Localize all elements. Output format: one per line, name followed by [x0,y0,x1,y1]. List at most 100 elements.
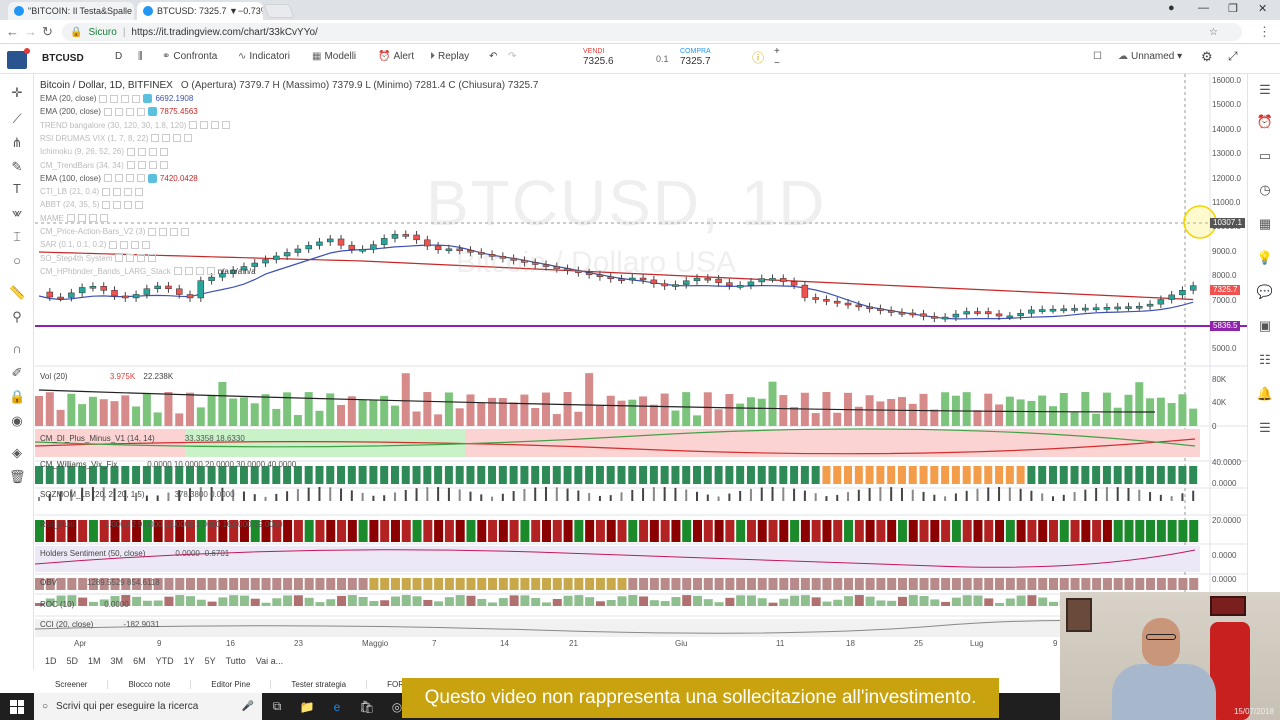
bottom-tab[interactable]: Editor Pine [191,679,272,689]
store-icon[interactable]: 🛍 [352,700,382,714]
indicator-control-icon[interactable] [121,94,130,103]
notifications-icon[interactable]: 🔔 [1256,386,1274,402]
indicator-control-icon[interactable] [110,94,119,103]
alert-button[interactable]: ⏰ Alert [378,51,414,62]
indicator-control-icon[interactable] [114,107,123,116]
indicator-control-icon[interactable] [109,240,118,249]
indicator-control-icon[interactable] [113,187,122,196]
browser-menu-icon[interactable]: ⋮ [1258,24,1271,40]
indicator-visibility-icon[interactable] [147,173,157,183]
indicator-control-icon[interactable] [159,161,168,169]
history-icon[interactable]: ◷ [1256,182,1274,198]
indicators-button[interactable]: ∿ Indicatori [238,51,290,62]
indicator-control-icon[interactable] [136,107,145,116]
indicator-control-icon[interactable] [78,214,86,223]
restore-icon[interactable]: ❐ [1228,2,1238,15]
bottom-tab[interactable]: Screener [35,679,109,689]
data-window-icon[interactable]: ▭ [1256,148,1274,164]
chat-icon[interactable]: 💬 [1256,284,1274,300]
close-window-icon[interactable]: ✕ [1258,2,1267,15]
chart-area[interactable] [35,74,1247,652]
pane-indicator-name[interactable]: SQZMOM_LB (20, 2, 20, 1.5) [40,490,144,499]
trend-line-icon[interactable]: ⟋ [9,112,25,126]
indicator-legend-row[interactable]: MAME [40,214,111,223]
indicator-control-icon[interactable] [148,254,157,263]
indicator-legend-row[interactable]: CM_HPhbnder_Bands_LARG_Stack n/a n/a n/a [40,267,256,276]
info-icon[interactable]: ⓘ [752,49,764,66]
forward-icon[interactable]: → [24,24,37,39]
indicator-control-icon[interactable] [222,121,231,130]
pane-indicator-name[interactable]: CCI (20, close) [40,620,93,629]
indicator-legend-row[interactable]: CM_TrendBars (34, 34) [40,161,171,170]
bottom-tab[interactable]: Tester strategia [271,679,368,689]
brush-icon[interactable]: ✎ [9,160,25,174]
interval-button[interactable]: D [115,51,122,62]
indicator-control-icon[interactable] [120,240,129,249]
indicator-control-icon[interactable] [200,121,209,130]
indicator-control-icon[interactable] [170,227,179,236]
volume-label[interactable]: Vol (20) [40,372,68,381]
range-button[interactable]: 1D [45,656,57,666]
replay-button[interactable]: ⏵ Replay [430,51,469,62]
watchlist-icon[interactable]: ☰ [1256,82,1274,98]
indicator-control-icon[interactable] [162,134,171,143]
indicator-control-icon[interactable] [160,147,169,156]
indicator-control-icon[interactable] [124,187,133,196]
indicator-control-icon[interactable] [100,214,108,223]
edge-browser-icon[interactable]: e [322,700,352,714]
pane-indicator-name[interactable]: ROC (10) [40,600,74,609]
indicator-control-icon[interactable] [135,187,144,196]
pane-indicator-name[interactable]: CM_Williams_Vix_Fix [40,460,117,469]
windows-start-icon[interactable] [10,699,24,714]
pane-indicator-name[interactable]: CM_DI_Plus_Minus_V1 (14, 14) [40,434,155,443]
indicator-control-icon[interactable] [137,254,146,263]
lock-icon[interactable]: 🔒 [9,390,25,404]
indicator-legend-row[interactable]: ABBT (24, 35, 5) [40,200,146,209]
indicator-control-icon[interactable] [148,227,157,236]
indicator-control-icon[interactable] [195,267,204,276]
plus-icon[interactable]: + [774,46,780,57]
indicator-control-icon[interactable] [148,161,157,169]
price-chart[interactable] [35,74,1247,652]
indicator-control-icon[interactable] [114,174,123,183]
indicator-control-icon[interactable] [99,94,108,103]
range-button[interactable]: 5D [67,656,79,666]
zoom-icon[interactable]: ⚲ [9,310,25,324]
indicator-control-icon[interactable] [211,121,220,130]
indicator-control-icon[interactable] [184,134,193,143]
indicator-control-icon[interactable] [115,254,124,263]
indicator-control-icon[interactable] [125,107,134,116]
trash-icon[interactable]: 🗑 [9,470,26,484]
pane-indicator-name[interactable]: OBV [40,578,57,587]
indicator-legend-row[interactable]: EMA (20, close) 6692.1908 [40,94,193,103]
range-button[interactable]: YTD [156,656,174,666]
range-button[interactable]: 1M [88,656,101,666]
templates-button[interactable]: ▦ Modelli [312,51,356,62]
url-input[interactable]: 🔒 Sicuro | https://it.tradingview.com/ch… [62,23,1242,41]
text-icon[interactable]: T [9,182,25,196]
indicator-control-icon[interactable] [189,121,198,130]
indicator-control-icon[interactable] [181,227,190,236]
microphone-icon[interactable]: 🎤 [242,701,254,712]
indicator-control-icon[interactable] [206,267,215,276]
reload-icon[interactable]: ↻ [42,24,53,40]
crosshair-icon[interactable]: ✛ [9,86,25,100]
new-tab-button[interactable] [263,4,295,18]
undo-icon[interactable]: ↶ [489,51,497,62]
range-button[interactable]: Vai a... [256,656,283,666]
indicator-control-icon[interactable] [149,147,158,156]
range-button[interactable]: 3M [111,656,124,666]
pitchfork-icon[interactable]: ⋔ [9,136,25,150]
calendar-icon[interactable]: ▦ [1256,216,1274,232]
indicator-control-icon[interactable] [137,161,146,169]
indicator-control-icon[interactable] [173,134,182,143]
hotlist-icon[interactable]: ☷ [1256,352,1274,368]
redo-icon[interactable]: ↷ [508,51,516,62]
indicator-control-icon[interactable] [103,174,112,183]
indicator-legend-row[interactable]: EMA (200, close) 7875.4563 [40,107,198,117]
range-button[interactable]: 6M [133,656,146,666]
indicator-control-icon[interactable] [126,254,135,263]
lock-pencil-icon[interactable]: ✐ [9,366,25,380]
indicator-control-icon[interactable] [103,107,112,116]
file-explorer-icon[interactable]: 📁 [292,700,322,714]
